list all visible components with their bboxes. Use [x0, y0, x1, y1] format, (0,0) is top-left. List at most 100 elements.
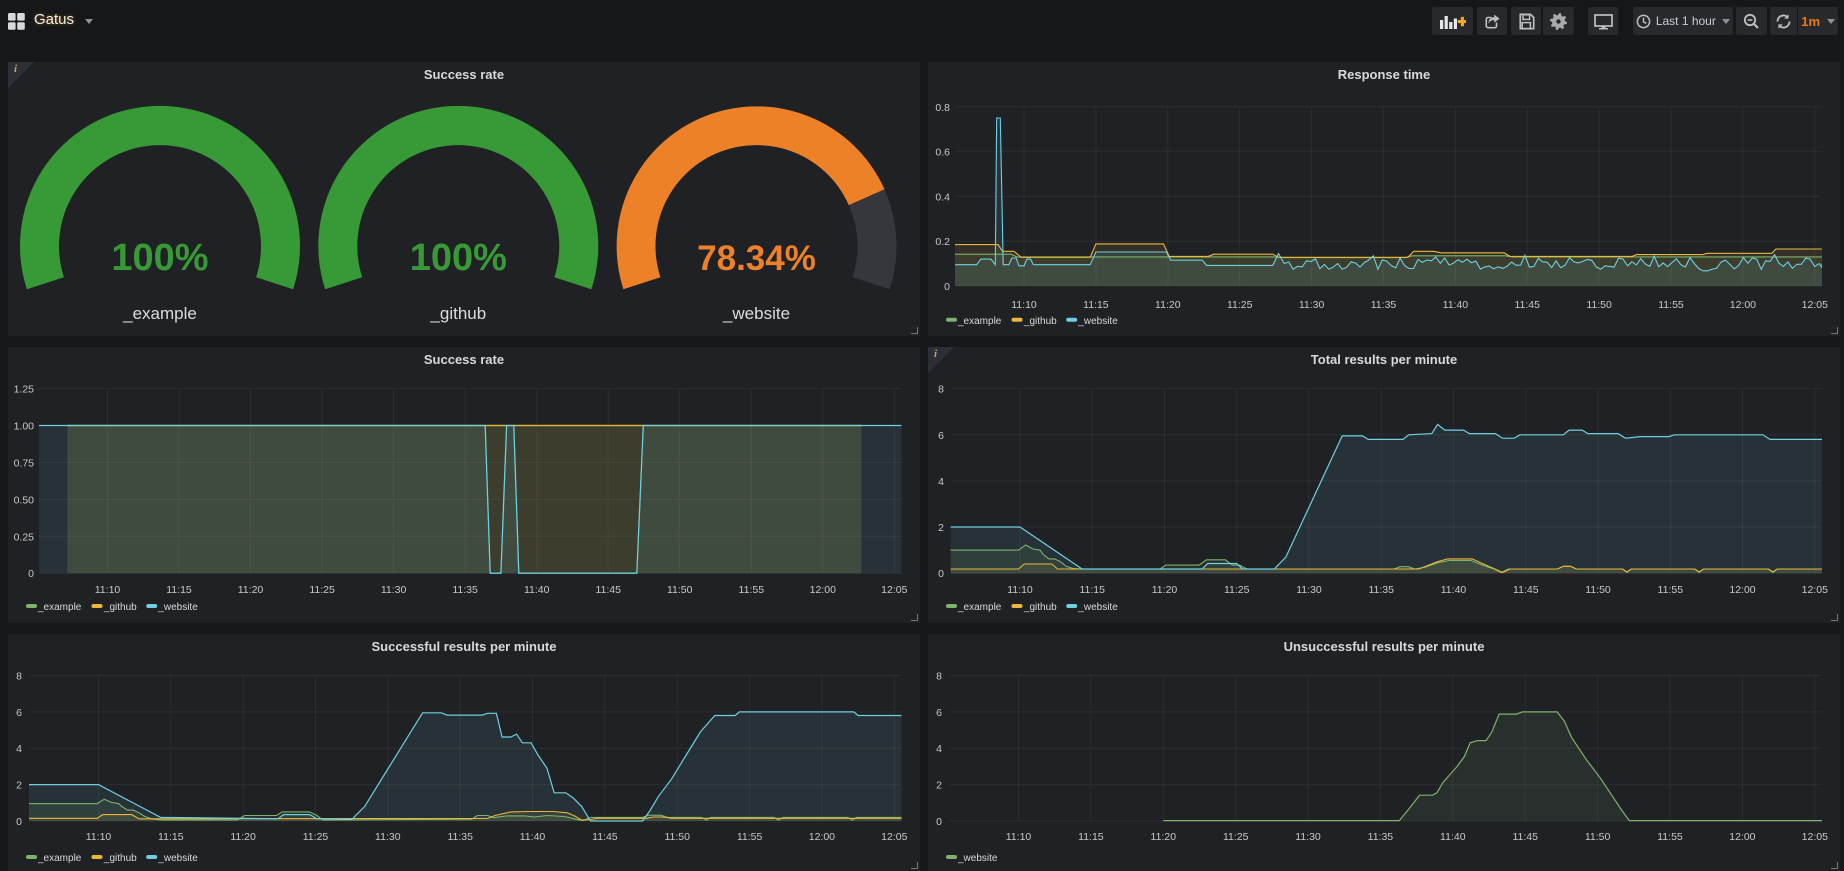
svg-text:11:25: 11:25	[1223, 831, 1249, 843]
svg-text:_github: _github	[103, 853, 137, 864]
svg-text:11:15: 11:15	[166, 584, 192, 596]
svg-text:2: 2	[936, 780, 942, 792]
svg-text:11:10: 11:10	[1011, 299, 1037, 311]
svg-text:11:35: 11:35	[1368, 831, 1394, 843]
svg-text:11:45: 11:45	[1512, 831, 1538, 843]
svg-text:11:15: 11:15	[1079, 584, 1105, 596]
svg-text:100%: 100%	[111, 237, 208, 279]
svg-text:11:40: 11:40	[520, 831, 546, 843]
svg-text:11:10: 11:10	[95, 584, 121, 596]
svg-text:0.4: 0.4	[935, 191, 950, 203]
svg-text:6: 6	[938, 430, 944, 442]
svg-text:11:10: 11:10	[1006, 831, 1032, 843]
svg-text:11:40: 11:40	[1440, 831, 1466, 843]
svg-text:11:45: 11:45	[592, 831, 618, 843]
svg-text:_website: _website	[1077, 316, 1118, 327]
svg-text:_website: _website	[157, 853, 198, 864]
svg-text:_github: _github	[1023, 316, 1057, 327]
svg-text:11:10: 11:10	[86, 831, 112, 843]
svg-text:12:00: 12:00	[1729, 584, 1755, 596]
svg-text:11:50: 11:50	[1585, 831, 1611, 843]
svg-text:0: 0	[938, 568, 944, 580]
svg-text:11:25: 11:25	[303, 831, 329, 843]
svg-text:0: 0	[936, 816, 942, 828]
svg-text:11:35: 11:35	[1371, 299, 1397, 311]
svg-text:_example: _example	[37, 853, 82, 864]
svg-text:11:30: 11:30	[375, 831, 401, 843]
svg-text:0: 0	[28, 568, 34, 580]
svg-text:_website: _website	[957, 853, 998, 864]
svg-text:4: 4	[936, 743, 942, 755]
svg-text:11:55: 11:55	[737, 831, 763, 843]
svg-text:8: 8	[16, 671, 22, 683]
svg-text:11:10: 11:10	[1007, 584, 1033, 596]
svg-text:4: 4	[16, 743, 22, 755]
svg-text:8: 8	[938, 384, 944, 396]
svg-text:0: 0	[16, 816, 22, 828]
svg-text:_example: _example	[957, 316, 1002, 327]
svg-text:_website: _website	[157, 602, 198, 613]
svg-text:11:55: 11:55	[1658, 299, 1684, 311]
svg-text:8: 8	[936, 671, 942, 683]
svg-text:11:20: 11:20	[230, 831, 256, 843]
svg-text:11:55: 11:55	[739, 584, 765, 596]
svg-text:11:25: 11:25	[1227, 299, 1253, 311]
svg-text:11:20: 11:20	[1152, 584, 1178, 596]
svg-text:6: 6	[936, 707, 942, 719]
svg-text:12:00: 12:00	[809, 831, 835, 843]
svg-text:1.00: 1.00	[14, 421, 35, 433]
svg-text:_example: _example	[957, 602, 1002, 613]
svg-text:11:15: 11:15	[1083, 299, 1109, 311]
svg-text:11:25: 11:25	[309, 584, 335, 596]
svg-text:_website: _website	[1077, 602, 1118, 613]
svg-text:11:55: 11:55	[1658, 584, 1684, 596]
svg-text:0.75: 0.75	[14, 457, 35, 469]
svg-text:0.8: 0.8	[935, 102, 950, 114]
svg-text:_website: _website	[722, 304, 790, 323]
svg-text:2: 2	[16, 780, 22, 792]
svg-text:11:15: 11:15	[1078, 831, 1104, 843]
svg-text:11:30: 11:30	[1296, 584, 1322, 596]
svg-text:11:20: 11:20	[1155, 299, 1181, 311]
svg-text:0.2: 0.2	[935, 236, 950, 248]
svg-text:_github: _github	[103, 602, 137, 613]
svg-text:11:50: 11:50	[1586, 299, 1612, 311]
svg-text:12:05: 12:05	[1802, 831, 1828, 843]
svg-text:4: 4	[938, 476, 944, 488]
svg-text:12:05: 12:05	[1802, 299, 1828, 311]
svg-text:12:05: 12:05	[881, 831, 907, 843]
svg-text:11:20: 11:20	[238, 584, 264, 596]
svg-text:12:05: 12:05	[881, 584, 907, 596]
svg-text:_example: _example	[122, 304, 197, 323]
svg-text:0.25: 0.25	[14, 531, 35, 543]
svg-text:11:50: 11:50	[664, 831, 690, 843]
svg-text:11:40: 11:40	[1441, 584, 1467, 596]
svg-text:12:05: 12:05	[1802, 584, 1828, 596]
svg-text:11:40: 11:40	[524, 584, 550, 596]
svg-text:0: 0	[944, 281, 950, 293]
svg-text:11:35: 11:35	[447, 831, 473, 843]
svg-text:0.6: 0.6	[935, 147, 950, 159]
svg-text:11:25: 11:25	[1224, 584, 1250, 596]
svg-text:11:55: 11:55	[1657, 831, 1683, 843]
svg-text:100%: 100%	[410, 237, 507, 279]
svg-text:1.25: 1.25	[14, 384, 35, 396]
svg-text:11:20: 11:20	[1151, 831, 1177, 843]
svg-text:6: 6	[16, 707, 22, 719]
svg-text:_github: _github	[429, 304, 486, 323]
svg-text:12:00: 12:00	[1730, 299, 1756, 311]
svg-text:12:00: 12:00	[1729, 831, 1755, 843]
svg-text:11:45: 11:45	[595, 584, 621, 596]
svg-text:11:50: 11:50	[667, 584, 693, 596]
svg-text:11:45: 11:45	[1514, 299, 1540, 311]
svg-text:11:35: 11:35	[1368, 584, 1394, 596]
svg-text:11:40: 11:40	[1443, 299, 1469, 311]
svg-text:11:30: 11:30	[1299, 299, 1325, 311]
svg-text:2: 2	[938, 522, 944, 534]
svg-text:0.50: 0.50	[14, 494, 35, 506]
svg-text:_example: _example	[37, 602, 82, 613]
svg-text:11:30: 11:30	[381, 584, 407, 596]
svg-text:_github: _github	[1023, 602, 1057, 613]
svg-text:11:35: 11:35	[452, 584, 478, 596]
svg-text:78.34%: 78.34%	[697, 239, 816, 278]
